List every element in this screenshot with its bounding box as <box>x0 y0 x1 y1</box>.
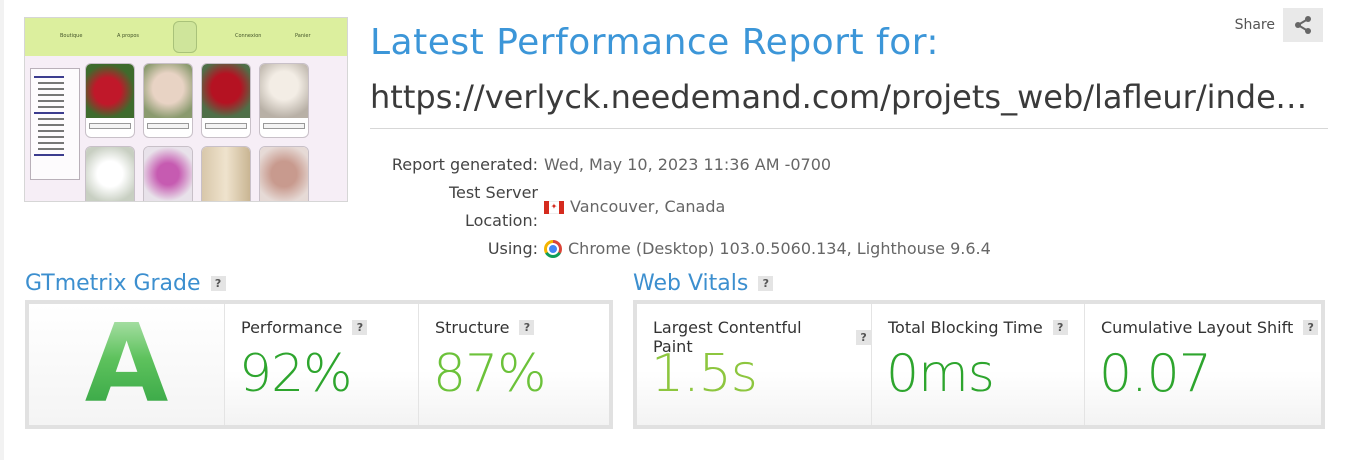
meta-value: Wed, May 10, 2023 11:36 AM -0700 <box>544 151 831 179</box>
thumbnail-product-card <box>259 146 309 201</box>
thumbnail-nav-item: Boutique <box>60 33 83 39</box>
cls-heading: Cumulative Layout Shift ? <box>1101 318 1319 337</box>
thumbnail-nav: Boutique A propos Connexion Panier <box>25 18 347 56</box>
using-value: Chrome (Desktop) 103.0.5060.134, Lightho… <box>568 239 991 258</box>
report-page: Boutique A propos Connexion Panier Lates… <box>0 0 1345 460</box>
tbt-label: Total Blocking Time <box>888 318 1043 337</box>
structure-cell: Structure ? 87% <box>419 304 609 425</box>
thumbnail-product-card <box>85 63 135 138</box>
performance-cell: Performance ? 92% <box>225 304 419 425</box>
report-meta: Report generated: Wed, May 10, 2023 11:3… <box>374 151 991 263</box>
web-vitals-heading: Web Vitals ? <box>633 271 774 296</box>
tbt-value: 0ms <box>886 344 995 404</box>
report-url[interactable]: https://verlyck.needemand.com/projets_we… <box>370 78 1310 116</box>
thumbnail-product-card <box>85 146 135 201</box>
grade-cell: A <box>29 302 225 427</box>
meta-label: Using: <box>487 239 538 258</box>
meta-label: Report generated: <box>391 155 538 174</box>
lcp-cell: Largest Contentful Paint ? 1.5s <box>637 304 872 425</box>
help-icon[interactable]: ? <box>352 320 368 335</box>
share-label: Share <box>1234 17 1275 33</box>
cls-label: Cumulative Layout Shift <box>1101 318 1294 337</box>
thumbnail-product-card <box>143 146 193 201</box>
web-vitals-panel: Largest Contentful Paint ? 1.5s Total Bl… <box>633 300 1325 429</box>
meta-row-location: Test Server Location: ✦ Vancouver, Canad… <box>374 179 991 235</box>
thumbnail-product-card <box>201 63 251 138</box>
help-icon[interactable]: ? <box>519 320 535 335</box>
share-icon <box>1295 16 1311 34</box>
structure-heading: Structure ? <box>435 318 535 337</box>
performance-heading: Performance ? <box>241 318 368 337</box>
thumbnail-product-card <box>201 146 251 201</box>
thumbnail-nav-item: A propos <box>117 33 140 39</box>
cls-value: 0.07 <box>1099 344 1212 404</box>
gtmetrix-grade-title: GTmetrix Grade <box>25 271 201 296</box>
share-control: Share <box>1235 8 1323 42</box>
web-vitals-title: Web Vitals <box>633 271 749 296</box>
tbt-heading: Total Blocking Time ? <box>888 318 1068 337</box>
thumbnail-sidebar <box>30 68 80 180</box>
structure-value: 87% <box>433 344 547 404</box>
lcp-value: 1.5s <box>651 344 758 404</box>
meta-value: Chrome (Desktop) 103.0.5060.134, Lightho… <box>544 235 991 263</box>
gtmetrix-grade-panel: A Performance ? 92% Structure ? 87% <box>25 300 613 429</box>
thumbnail-product-card <box>143 63 193 138</box>
meta-label: Test Server Location: <box>448 183 538 230</box>
cls-cell: Cumulative Layout Shift ? 0.07 <box>1085 304 1321 425</box>
report-title: Latest Performance Report for: <box>370 22 940 63</box>
share-button[interactable] <box>1283 8 1323 42</box>
chrome-icon <box>544 240 562 258</box>
performance-label: Performance <box>241 318 343 337</box>
help-icon[interactable]: ? <box>758 276 774 291</box>
tbt-cell: Total Blocking Time ? 0ms <box>872 304 1085 425</box>
grade-letter: A <box>29 302 224 427</box>
header-divider <box>370 128 1328 129</box>
gtmetrix-grade-heading: GTmetrix Grade ? <box>25 271 226 296</box>
meta-row-using: Using: Chrome (Desktop) 103.0.5060.134, … <box>374 235 991 263</box>
canada-flag-icon: ✦ <box>544 200 564 214</box>
help-icon[interactable]: ? <box>1303 320 1319 335</box>
structure-label: Structure <box>435 318 510 337</box>
help-icon[interactable]: ? <box>210 276 226 291</box>
thumbnail-nav-item: Panier <box>295 33 311 39</box>
performance-value: 92% <box>239 344 353 404</box>
thumbnail-logo <box>173 21 197 53</box>
help-icon[interactable]: ? <box>856 329 871 345</box>
meta-row-report-generated: Report generated: Wed, May 10, 2023 11:3… <box>374 151 991 179</box>
help-icon[interactable]: ? <box>1052 320 1068 335</box>
meta-value: ✦ Vancouver, Canada <box>544 179 725 235</box>
page-screenshot-thumbnail[interactable]: Boutique A propos Connexion Panier <box>24 17 348 202</box>
location-value: Vancouver, Canada <box>570 197 726 216</box>
thumbnail-nav-item: Connexion <box>235 33 262 39</box>
report-generated-value: Wed, May 10, 2023 11:36 AM -0700 <box>544 155 832 174</box>
thumbnail-product-card <box>259 63 309 138</box>
